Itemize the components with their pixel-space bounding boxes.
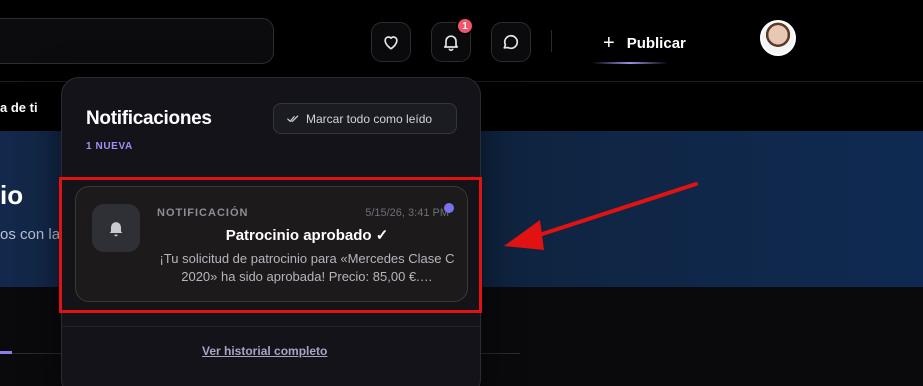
mark-all-read-label: Marcar todo como leído (306, 111, 433, 126)
publish-label: Publicar (626, 34, 686, 52)
bell-icon (443, 35, 459, 52)
hero-subtitle: os con la (0, 226, 61, 243)
active-tab-indicator (0, 351, 12, 354)
annotation-highlight-box (59, 177, 482, 313)
heart-icon (384, 36, 398, 50)
plus-icon: + (603, 32, 615, 54)
notifications-button[interactable]: 1 (431, 17, 474, 62)
view-history-link[interactable]: Ver historial completo (202, 344, 327, 358)
subnav-item[interactable]: a de ti (0, 100, 38, 115)
publish-button[interactable]: + Publicar (588, 24, 686, 62)
top-bar: 1 + Publicar (0, 0, 923, 82)
avatar[interactable] (760, 20, 796, 56)
publish-underline (592, 62, 668, 64)
new-count-label: 1 NUEVA (86, 141, 133, 152)
panel-title: Notificaciones (86, 108, 212, 129)
toolbar-divider (551, 30, 552, 52)
mark-all-read-button[interactable]: Marcar todo como leído (273, 103, 457, 134)
notification-badge: 1 (456, 17, 474, 35)
annotation-arrow (504, 182, 698, 250)
double-check-icon (287, 115, 299, 122)
panel-footer-divider (62, 326, 480, 327)
favorites-button[interactable] (371, 22, 411, 62)
chat-bubble-icon (503, 34, 519, 50)
search-input[interactable] (0, 18, 274, 64)
messages-button[interactable] (491, 22, 531, 62)
hero-title: io (0, 180, 24, 210)
